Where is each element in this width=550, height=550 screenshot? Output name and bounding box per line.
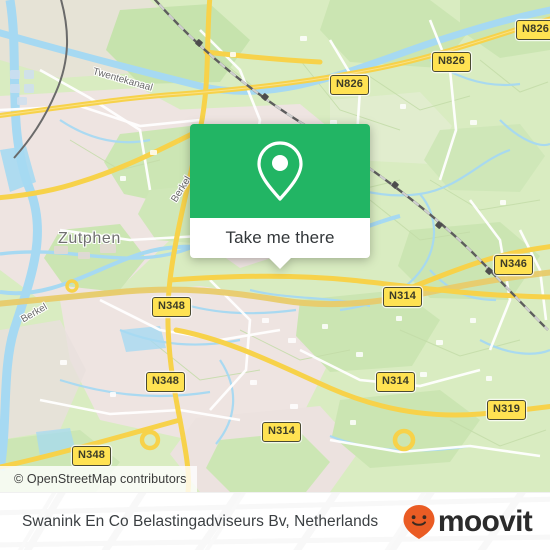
callout-marker-area	[190, 124, 370, 218]
road-shield-n314-a: N314	[383, 287, 423, 307]
footer-bar: Swanink En Co Belastingadviseurs Bv, Net…	[0, 492, 550, 550]
callout-action-label: Take me there	[225, 228, 335, 247]
road-shield-n319: N319	[487, 400, 527, 420]
road-shield-n314-b: N314	[376, 372, 416, 392]
map-pin-icon	[257, 141, 303, 201]
place-title: Swanink En Co Belastingadviseurs Bv, Net…	[22, 512, 379, 530]
map-screenshot-root: Zutphen Twentekanaal Berkel Berkel N826 …	[0, 0, 550, 550]
map-canvas[interactable]: Zutphen Twentekanaal Berkel Berkel N826 …	[0, 0, 550, 492]
callout-tail	[269, 258, 291, 269]
road-shield-n826-a: N826	[330, 75, 370, 95]
osm-attribution[interactable]: © OpenStreetMap contributors	[0, 466, 197, 492]
callout-action-area[interactable]: Take me there	[190, 218, 370, 258]
road-shield-n314-c: N314	[262, 422, 302, 442]
moovit-wordmark: moovit	[437, 504, 533, 538]
osm-attribution-text: © OpenStreetMap contributors	[14, 472, 187, 486]
road-shield-n826-c: N826	[516, 20, 550, 40]
road-shield-n348-a: N348	[152, 297, 192, 317]
road-shield-n348-c: N348	[72, 446, 112, 466]
road-shield-n348-b: N348	[146, 372, 186, 392]
take-me-there-callout[interactable]: Take me there	[190, 124, 370, 269]
road-shield-n346: N346	[494, 255, 534, 275]
moovit-smiley-pin-icon	[403, 504, 435, 539]
moovit-brand[interactable]: moovit	[402, 504, 533, 540]
road-shield-n826-b: N826	[432, 52, 472, 72]
